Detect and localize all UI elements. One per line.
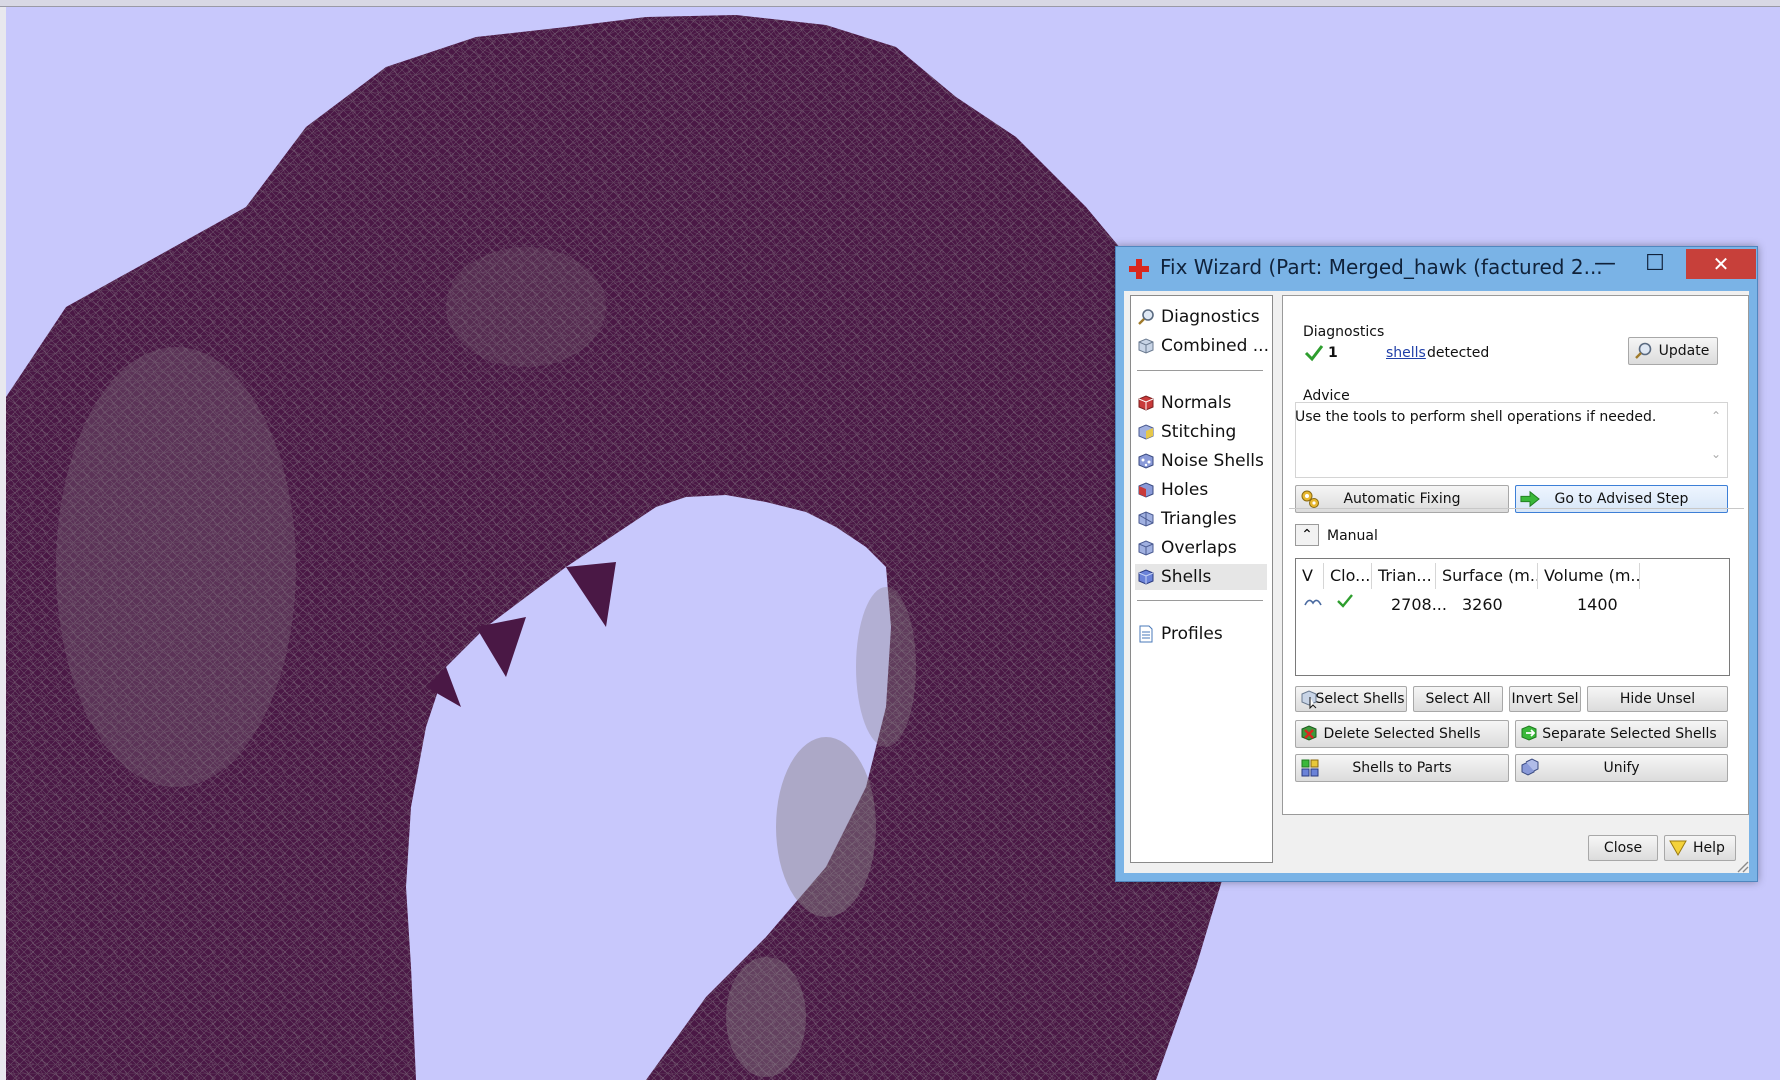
close-window-button[interactable]: ✕ — [1686, 249, 1756, 279]
normals-icon — [1138, 395, 1154, 411]
shells-panel: Diagnostics 1 shells detected Update Adv… — [1282, 295, 1749, 815]
overlaps-icon — [1138, 540, 1154, 556]
resize-grip-icon[interactable] — [1735, 859, 1749, 873]
unify-icon — [1521, 758, 1539, 776]
surface-value: 3260 — [1462, 595, 1503, 614]
nav-item-holes[interactable]: Holes — [1135, 477, 1267, 503]
cube-cursor-icon — [1301, 690, 1317, 709]
scroll-up-icon[interactable]: ⌃ — [1711, 409, 1721, 423]
magnifier-icon — [1138, 309, 1154, 325]
select-all-button[interactable]: Select All — [1413, 686, 1503, 712]
nav-item-diagnostics[interactable]: Diagnostics — [1135, 304, 1267, 330]
detected-text: detected — [1427, 345, 1490, 361]
closed-check-icon — [1337, 594, 1353, 608]
magnifier-icon — [1635, 342, 1652, 359]
nav-item-triangles[interactable]: Triangles — [1135, 506, 1267, 532]
fix-wizard-window: Fix Wizard (Part: Merged_hawk (factured … — [1115, 246, 1758, 882]
separate-selected-shells-button[interactable]: Separate Selected Shells — [1515, 720, 1728, 748]
nav-item-label: Profiles — [1161, 624, 1223, 644]
nav-item-label: Shells — [1161, 567, 1212, 587]
document-icon — [1139, 625, 1153, 643]
nav-item-label: Holes — [1161, 480, 1209, 500]
nav-divider — [1137, 600, 1263, 601]
select-shells-label: Select Shells — [1315, 691, 1405, 707]
title-bar[interactable]: Fix Wizard (Part: Merged_hawk (factured … — [1116, 247, 1757, 289]
update-button[interactable]: Update — [1628, 337, 1718, 365]
holes-icon — [1138, 482, 1154, 498]
shells-icon — [1138, 569, 1154, 585]
nav-item-shells[interactable]: Shells — [1135, 564, 1267, 590]
nav-divider — [1137, 370, 1263, 371]
nav-item-label: Stitching — [1161, 422, 1237, 442]
red-cross-icon — [1129, 259, 1149, 279]
triangles-value: 2708... — [1391, 595, 1447, 614]
stitching-icon — [1138, 424, 1154, 440]
column-header-triangles[interactable]: Trian... — [1372, 563, 1436, 589]
checkmark-icon — [1304, 345, 1324, 362]
nav-item-profiles[interactable]: Profiles — [1135, 621, 1267, 647]
collapse-manual-button[interactable]: ⌃ — [1295, 524, 1319, 546]
help-button[interactable]: Help — [1664, 835, 1736, 861]
shell-count: 1 — [1328, 345, 1338, 361]
top-toolbar-strip — [0, 0, 1780, 7]
column-header-visible[interactable]: V — [1296, 563, 1324, 589]
nav-item-label: Triangles — [1161, 509, 1237, 529]
select-shells-button[interactable]: Select Shells — [1295, 686, 1407, 712]
help-label: Help — [1693, 840, 1725, 856]
hide-unsel-button[interactable]: Hide Unsel — [1587, 686, 1728, 712]
nav-item-combined[interactable]: Combined ... — [1135, 333, 1269, 359]
delete-selected-shells-button[interactable]: Delete Selected Shells — [1295, 720, 1509, 748]
minimize-button[interactable]: — — [1582, 249, 1628, 279]
column-header-closed[interactable]: Clo... — [1324, 563, 1372, 589]
gears-icon — [1301, 490, 1319, 508]
diagnostics-heading: Diagnostics — [1303, 324, 1385, 340]
manual-divider — [1289, 508, 1744, 509]
separate-shells-icon — [1521, 725, 1537, 741]
manual-heading: Manual — [1327, 528, 1378, 544]
advice-text: Use the tools to perform shell operation… — [1295, 409, 1657, 425]
nav-item-label: Diagnostics — [1161, 307, 1260, 327]
nav-item-overlaps[interactable]: Overlaps — [1135, 535, 1267, 561]
window-title: Fix Wizard (Part: Merged_hawk (factured … — [1160, 255, 1603, 279]
help-icon — [1669, 840, 1687, 857]
shells-to-parts-label: Shells to Parts — [1352, 760, 1452, 776]
nav-item-label: Combined ... — [1161, 336, 1269, 356]
shells-table: V Clo... Trian... Surface (m... Volume (… — [1295, 558, 1730, 676]
green-arrow-icon — [1520, 490, 1540, 508]
window-client: Diagnostics Combined ... Normals Stitchi… — [1124, 291, 1749, 873]
delete-shell-icon — [1301, 725, 1317, 741]
shells-link[interactable]: shells — [1386, 345, 1426, 361]
nav-item-label: Noise Shells — [1161, 451, 1264, 471]
nav-item-normals[interactable]: Normals — [1135, 390, 1267, 416]
close-button[interactable]: Close — [1588, 835, 1658, 861]
triangles-icon — [1138, 511, 1154, 527]
separate-selected-shells-label: Separate Selected Shells — [1542, 726, 1717, 742]
cube-icon — [1138, 338, 1154, 354]
column-header-volume[interactable]: Volume (m... — [1538, 563, 1640, 589]
unify-button[interactable]: Unify — [1515, 754, 1728, 782]
visibility-icon[interactable] — [1304, 595, 1322, 609]
volume-value: 1400 — [1577, 595, 1618, 614]
go-to-advised-step-label: Go to Advised Step — [1554, 491, 1689, 507]
invert-sel-button[interactable]: Invert Sel — [1509, 686, 1581, 712]
nav-item-stitching[interactable]: Stitching — [1135, 419, 1267, 445]
wizard-nav: Diagnostics Combined ... Normals Stitchi… — [1130, 295, 1273, 863]
update-label: Update — [1658, 343, 1710, 359]
delete-selected-shells-label: Delete Selected Shells — [1323, 726, 1481, 742]
nav-item-label: Normals — [1161, 393, 1232, 413]
scroll-down-icon[interactable]: ⌄ — [1711, 447, 1721, 461]
parts-icon — [1301, 759, 1319, 777]
nav-item-label: Overlaps — [1161, 538, 1237, 558]
maximize-button[interactable]: ☐ — [1632, 249, 1678, 279]
shells-to-parts-button[interactable]: Shells to Parts — [1295, 754, 1509, 782]
column-header-surface[interactable]: Surface (m... — [1436, 563, 1538, 589]
noise-shells-icon — [1138, 453, 1154, 469]
automatic-fixing-label: Automatic Fixing — [1343, 491, 1461, 507]
nav-item-noise-shells[interactable]: Noise Shells — [1135, 448, 1267, 474]
unify-label: Unify — [1603, 760, 1640, 776]
